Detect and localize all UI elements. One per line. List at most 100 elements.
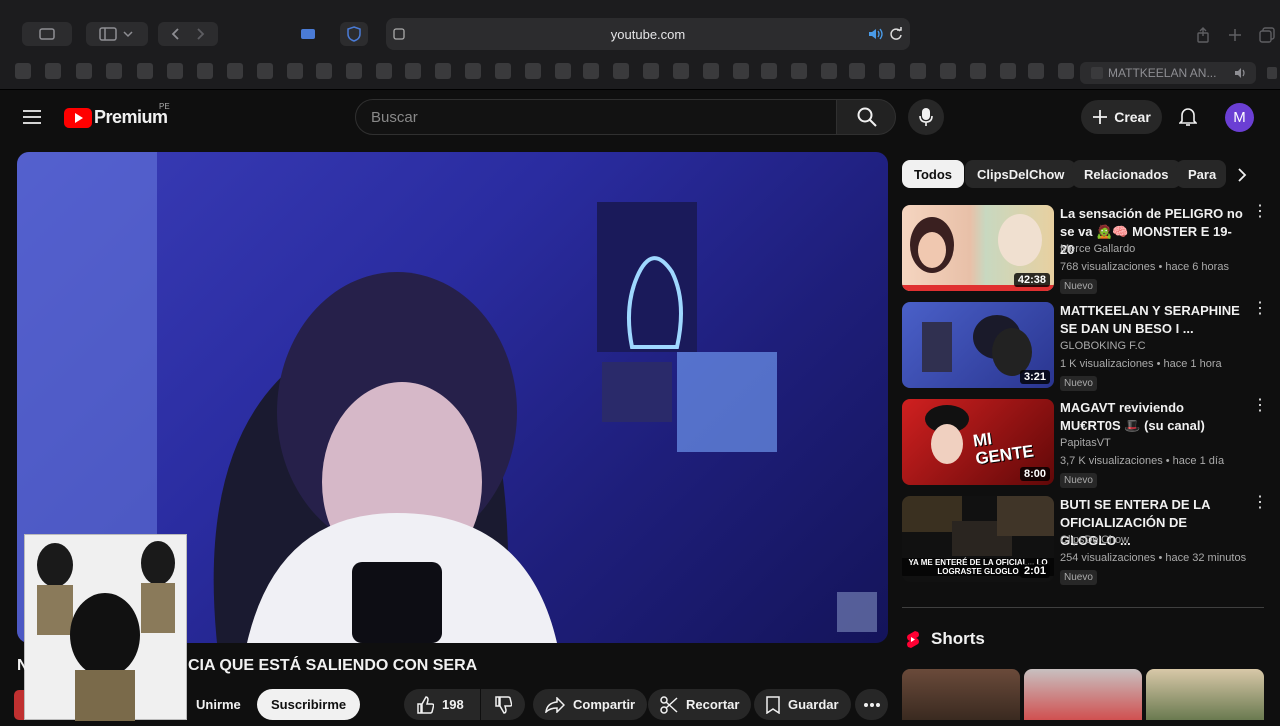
- bookmark-favicon-icon[interactable]: [910, 63, 926, 79]
- list-item[interactable]: MI GENTE 8:00 MAGAVT reviviendo MU€RT0S …: [902, 398, 1268, 488]
- like-count: 198: [442, 697, 464, 712]
- youtube-logo-icon[interactable]: [64, 108, 92, 128]
- list-item[interactable]: 42:38 La sensación de PELIGRO no se va 🧟…: [902, 204, 1268, 294]
- list-item[interactable]: YA ME ENTERÉ DE LA OFICIAL... LO LOGRAST…: [902, 495, 1268, 585]
- short-thumbnail[interactable]: [902, 669, 1020, 720]
- bookmark-favicon-icon[interactable]: [643, 63, 659, 79]
- bookmark-favicon-icon[interactable]: [287, 63, 303, 79]
- more-vert-icon[interactable]: ⋮: [1252, 301, 1268, 317]
- chevron-right-icon[interactable]: [1230, 164, 1254, 186]
- video-thumbnail[interactable]: MI GENTE 8:00: [902, 399, 1054, 485]
- rec-channel[interactable]: PapitasVT: [1060, 437, 1111, 449]
- short-thumbnail[interactable]: [1146, 669, 1264, 720]
- tab-audio-icon[interactable]: [1234, 66, 1248, 80]
- bookmark-favicon-icon[interactable]: [495, 63, 511, 79]
- list-item[interactable]: 3:21 MATTKEELAN Y SERAPHINE SE DAN UN BE…: [902, 301, 1268, 391]
- chip-para[interactable]: Para: [1176, 160, 1226, 188]
- dislike-button[interactable]: [481, 689, 525, 720]
- join-button[interactable]: Unirme: [188, 689, 249, 720]
- audio-icon[interactable]: [868, 26, 884, 42]
- save-button[interactable]: Guardar: [754, 689, 851, 720]
- extension-icon[interactable]: [296, 22, 320, 46]
- bookmark-favicon-icon[interactable]: [970, 63, 986, 79]
- bookmark-favicon-icon[interactable]: [733, 63, 749, 79]
- bookmark-favicon-icon[interactable]: [316, 63, 332, 79]
- shield-icon[interactable]: [340, 22, 368, 46]
- like-icon: [417, 695, 434, 714]
- bookmark-favicon-icon[interactable]: [197, 63, 213, 79]
- sidebar-toggle-icon[interactable]: [86, 22, 148, 46]
- avatar[interactable]: M: [1225, 103, 1254, 132]
- back-icon[interactable]: [158, 22, 218, 46]
- new-badge: Nuevo: [1060, 279, 1097, 294]
- create-button[interactable]: Crear: [1081, 100, 1162, 134]
- mic-button[interactable]: [908, 99, 944, 135]
- notifications-icon[interactable]: [1176, 105, 1200, 129]
- share-button[interactable]: Compartir: [533, 689, 648, 720]
- bookmark-favicon-icon[interactable]: [583, 63, 599, 79]
- address-bar[interactable]: youtube.com: [386, 18, 910, 50]
- bookmark-favicon-icon[interactable]: [405, 63, 421, 79]
- rec-title[interactable]: MATTKEELAN Y SERAPHINE SE DAN UN BESO I …: [1060, 302, 1245, 338]
- new-tab-icon[interactable]: [1226, 26, 1244, 44]
- search-button[interactable]: [836, 99, 896, 135]
- site-settings-icon[interactable]: [392, 27, 406, 41]
- bookmark-favicon-icon[interactable]: [465, 63, 481, 79]
- bookmark-favicon-icon[interactable]: [673, 63, 689, 79]
- menu-icon[interactable]: [20, 105, 44, 129]
- bookmark-favicon-icon[interactable]: [346, 63, 362, 79]
- bookmark-favicon-icon[interactable]: [76, 63, 92, 79]
- more-actions-button[interactable]: [855, 689, 888, 720]
- bookmark-favicon-icon[interactable]: [106, 63, 122, 79]
- bookmark-favicon-icon[interactable]: [257, 63, 273, 79]
- bookmark-favicon-icon[interactable]: [940, 63, 956, 79]
- video-thumbnail[interactable]: 3:21: [902, 302, 1054, 388]
- bookmark-favicon-icon[interactable]: [167, 63, 183, 79]
- video-thumbnail[interactable]: YA ME ENTERÉ DE LA OFICIAL... LO LOGRAST…: [902, 496, 1054, 582]
- bookmark-favicon-icon[interactable]: [137, 63, 153, 79]
- bookmark-favicon-icon[interactable]: [435, 63, 451, 79]
- bookmark-favicon-icon[interactable]: [849, 63, 865, 79]
- reload-icon[interactable]: [888, 26, 904, 42]
- share-icon[interactable]: [1194, 26, 1212, 44]
- search-input[interactable]: Buscar: [355, 99, 837, 135]
- more-vert-icon[interactable]: ⋮: [1252, 398, 1268, 414]
- bookmark-favicon-icon[interactable]: [45, 63, 61, 79]
- bookmark-favicon-icon[interactable]: [1058, 63, 1074, 79]
- video-thumbnail[interactable]: 42:38: [902, 205, 1054, 291]
- bookmark-favicon-icon[interactable]: [791, 63, 807, 79]
- bookmark-favicon-icon[interactable]: [555, 63, 571, 79]
- bookmark-favicon-icon[interactable]: [761, 63, 777, 79]
- bookmark-favicon-icon[interactable]: [821, 63, 837, 79]
- dislike-icon: [495, 695, 512, 714]
- chip-label: Relacionados: [1084, 166, 1169, 182]
- channel-avatar[interactable]: [14, 690, 24, 720]
- divider: [902, 607, 1264, 608]
- bookmark-favicon-icon[interactable]: [376, 63, 392, 79]
- tab-overview-icon[interactable]: [1258, 26, 1276, 44]
- chip-clipsdelchow[interactable]: ClipsDelChow: [965, 160, 1077, 188]
- bookmark-favicon-icon[interactable]: [879, 63, 895, 79]
- subscribe-button[interactable]: Suscribirme: [257, 689, 361, 720]
- bookmark-favicon-icon[interactable]: [525, 63, 541, 79]
- rec-channel[interactable]: GLOBOKING F.C: [1060, 340, 1146, 352]
- add-tab-icon[interactable]: [1266, 66, 1278, 80]
- like-button[interactable]: 198: [404, 689, 480, 720]
- more-vert-icon[interactable]: ⋮: [1252, 495, 1268, 511]
- bookmark-favicon-icon[interactable]: [613, 63, 629, 79]
- bookmark-favicon-icon[interactable]: [227, 63, 243, 79]
- short-thumbnail[interactable]: [1024, 669, 1142, 720]
- rec-channel[interactable]: Merce Gallardo: [1060, 243, 1135, 255]
- bookmark-favicon-icon[interactable]: [1028, 63, 1044, 79]
- rec-channel[interactable]: ClipsDelChow: [1060, 534, 1129, 546]
- bookmark-favicon-icon[interactable]: [15, 63, 31, 79]
- chip-todos[interactable]: Todos: [902, 160, 965, 188]
- rec-title[interactable]: MAGAVT reviviendo MU€RT0S 🎩 (su canal): [1060, 399, 1245, 435]
- bookmark-favicon-icon[interactable]: [1000, 63, 1016, 79]
- chip-relacionados[interactable]: Relacionados: [1072, 160, 1181, 188]
- clip-button[interactable]: Recortar: [648, 689, 752, 720]
- more-vert-icon[interactable]: ⋮: [1252, 204, 1268, 220]
- bookmark-favicon-icon[interactable]: [703, 63, 719, 79]
- window-icon[interactable]: [22, 22, 72, 46]
- pinned-tab[interactable]: MATTKEELAN AN...: [1080, 62, 1256, 84]
